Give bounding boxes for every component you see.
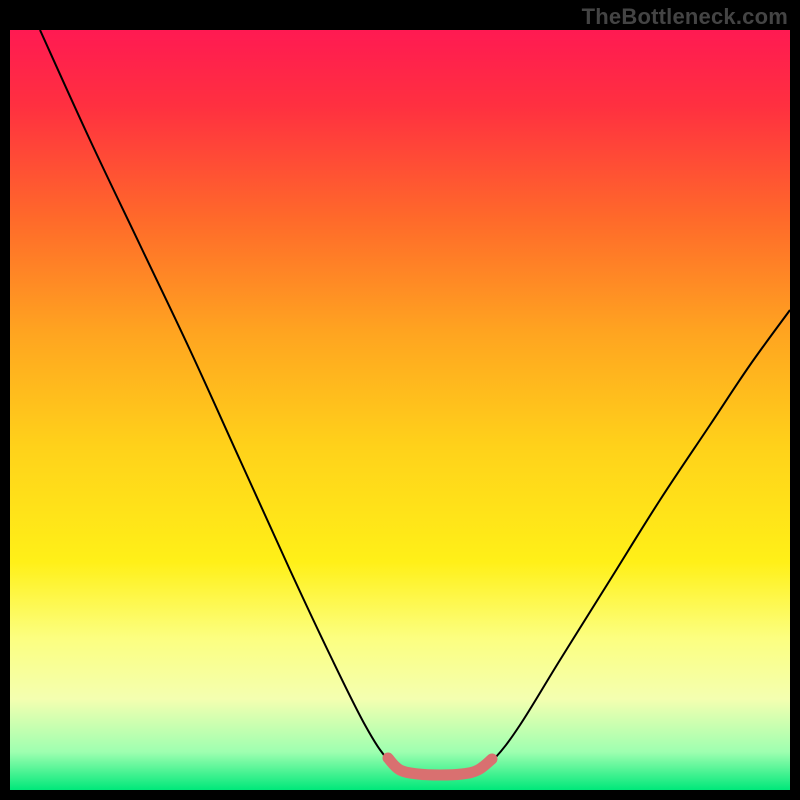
gradient-background (10, 30, 790, 790)
chart-svg (10, 30, 790, 790)
watermark-text: TheBottleneck.com (582, 4, 788, 30)
chart-container: TheBottleneck.com (0, 0, 800, 800)
plot-area (10, 30, 790, 790)
